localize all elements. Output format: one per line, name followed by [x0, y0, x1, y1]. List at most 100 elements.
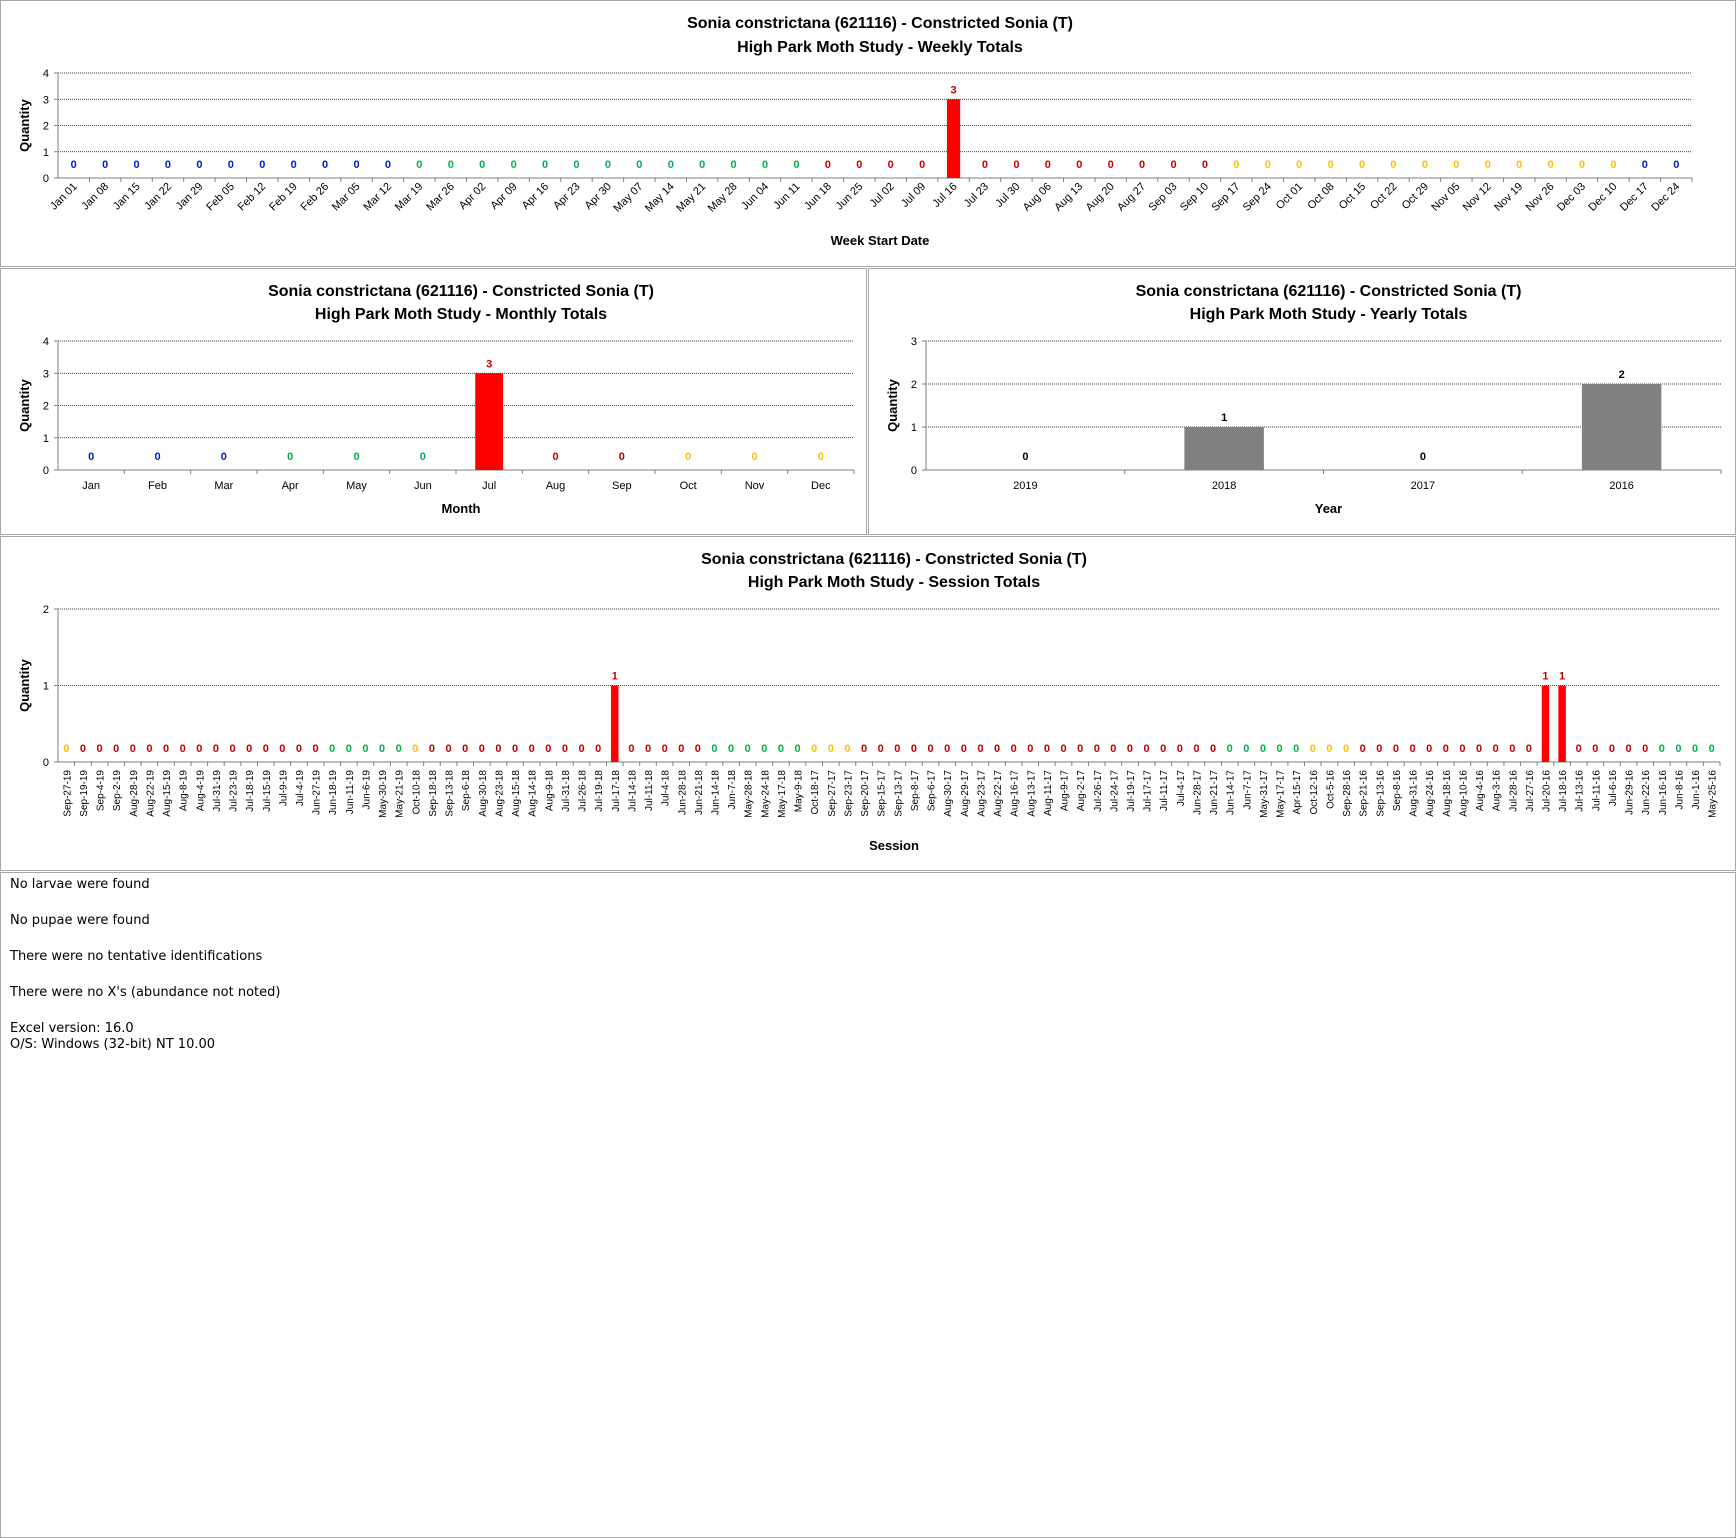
x-tick-label: Jun	[414, 480, 432, 492]
x-tick-label: Jun-6-19	[361, 770, 372, 810]
data-label: 0	[228, 159, 234, 171]
data-label: 0	[605, 159, 611, 171]
data-label: 0	[1673, 159, 1679, 171]
data-label: 3	[486, 358, 492, 370]
x-tick-label: Jun-21-18	[694, 770, 705, 815]
bar	[1541, 685, 1550, 762]
x-tick-label: Oct 08	[1305, 181, 1336, 212]
data-label: 0	[699, 159, 705, 171]
x-tick-label: Aug-9-17	[1060, 770, 1071, 812]
data-label: 0	[1610, 159, 1616, 171]
x-tick-label: Aug-11-17	[1043, 770, 1054, 816]
chart-subtitle: High Park Moth Study - Monthly Totals	[315, 306, 607, 323]
data-label: 0	[133, 159, 139, 171]
data-label: 0	[1493, 743, 1499, 755]
notes-section: No larvae were found No pupae were found…	[10, 877, 280, 1053]
data-label: 0	[1094, 743, 1100, 755]
x-tick-label: Jan 22	[142, 181, 174, 213]
x-tick-label: Sep 17	[1209, 181, 1242, 214]
data-label: 1	[612, 671, 618, 683]
x-tick-label: Jun-29-16	[1625, 770, 1636, 815]
x-tick-label: Aug-2-17	[1076, 770, 1087, 812]
x-tick-label: Apr	[282, 480, 299, 492]
y-tick-label: 3	[43, 94, 49, 106]
data-label: 0	[811, 743, 817, 755]
chart-title: Sonia constrictana (621116) - Constricte…	[1136, 283, 1522, 300]
note-os: O/S: Windows (32-bit) NT 10.00	[10, 1037, 216, 1052]
data-label: 0	[1642, 159, 1648, 171]
data-label: 0	[1193, 743, 1199, 755]
data-label: 0	[479, 743, 485, 755]
x-tick-label: Aug 13	[1052, 181, 1085, 214]
data-label: 0	[63, 743, 69, 755]
x-tick-label: Jul-14-18	[627, 770, 638, 812]
x-tick-label: Sep-27-17	[827, 770, 838, 817]
data-label: 0	[1343, 743, 1349, 755]
data-label: 0	[1027, 743, 1033, 755]
data-label: 0	[213, 743, 219, 755]
data-label: 0	[762, 159, 768, 171]
data-label: 0	[1265, 159, 1271, 171]
data-label: 0	[429, 743, 435, 755]
x-tick-label: Jul-18-19	[245, 770, 256, 812]
x-tick-label: Jun-27-19	[312, 770, 323, 815]
chart-subtitle: High Park Moth Study - Yearly Totals	[1190, 306, 1468, 323]
y-tick-label: 0	[43, 757, 49, 769]
data-label: 0	[1243, 743, 1249, 755]
data-label: 0	[1609, 743, 1615, 755]
x-tick-label: Oct 29	[1400, 181, 1431, 212]
data-label: 0	[761, 743, 767, 755]
data-label: 0	[994, 743, 1000, 755]
data-label: 0	[1022, 451, 1028, 463]
data-label: 0	[88, 451, 94, 463]
y-tick-label: 3	[911, 336, 917, 348]
data-label: 0	[1260, 743, 1266, 755]
x-tick-label: Jul-28-16	[1508, 770, 1519, 812]
data-label: 0	[894, 743, 900, 755]
data-label: 0	[196, 743, 202, 755]
data-label: 0	[828, 743, 834, 755]
x-tick-label: May 07	[611, 181, 645, 215]
data-label: 0	[1011, 743, 1017, 755]
data-label: 0	[512, 743, 518, 755]
x-tick-label: Aug-28-19	[129, 770, 140, 817]
x-tick-label: May	[346, 480, 367, 492]
data-label: 0	[578, 743, 584, 755]
y-axis-label: Quantity	[17, 98, 32, 151]
x-tick-label: Sep-8-17	[910, 770, 921, 812]
bar	[1581, 384, 1662, 470]
x-tick-label: Aug-29-17	[960, 770, 971, 817]
data-label: 0	[778, 743, 784, 755]
data-label: 0	[628, 743, 634, 755]
data-label: 0	[1328, 159, 1334, 171]
x-tick-label: Sep-4-19	[96, 770, 107, 812]
x-tick-label: Mar 26	[424, 181, 457, 214]
chart-title: Sonia constrictana (621116) - Constricte…	[701, 551, 1087, 568]
x-tick-label: May 21	[674, 181, 708, 215]
note-abundance: There were no X's (abundance not noted)	[10, 985, 281, 1000]
data-label: 0	[1076, 159, 1082, 171]
data-label: 0	[165, 159, 171, 171]
y-axis-label: Quantity	[17, 378, 32, 431]
x-tick-label: Sep-13-17	[893, 770, 904, 817]
x-tick-label: May-17-17	[1276, 770, 1287, 818]
x-tick-label: Jul-11-16	[1591, 770, 1602, 811]
data-label: 0	[619, 451, 625, 463]
x-tick-label: Sep-2-19	[112, 770, 123, 812]
x-tick-label: Jul-4-17	[1176, 770, 1187, 807]
x-tick-label: 2018	[1212, 480, 1236, 492]
x-tick-label: Sep-20-17	[860, 770, 871, 817]
data-label: 0	[678, 743, 684, 755]
x-tick-label: Aug-15-18	[511, 770, 522, 817]
x-tick-label: Sep-6-18	[461, 770, 472, 812]
x-tick-label: May-9-18	[794, 770, 805, 813]
data-label: 0	[296, 743, 302, 755]
x-tick-label: Sep-8-16	[1392, 770, 1403, 812]
data-label: 0	[573, 159, 579, 171]
y-tick-label: 2	[43, 604, 49, 616]
x-tick-label: Jun-7-17	[1242, 770, 1253, 810]
chart-subtitle: High Park Moth Study - Weekly Totals	[737, 39, 1023, 56]
x-tick-label: Sep 10	[1178, 181, 1211, 214]
x-axis-label: Session	[869, 838, 919, 853]
x-tick-label: 2017	[1411, 480, 1435, 492]
